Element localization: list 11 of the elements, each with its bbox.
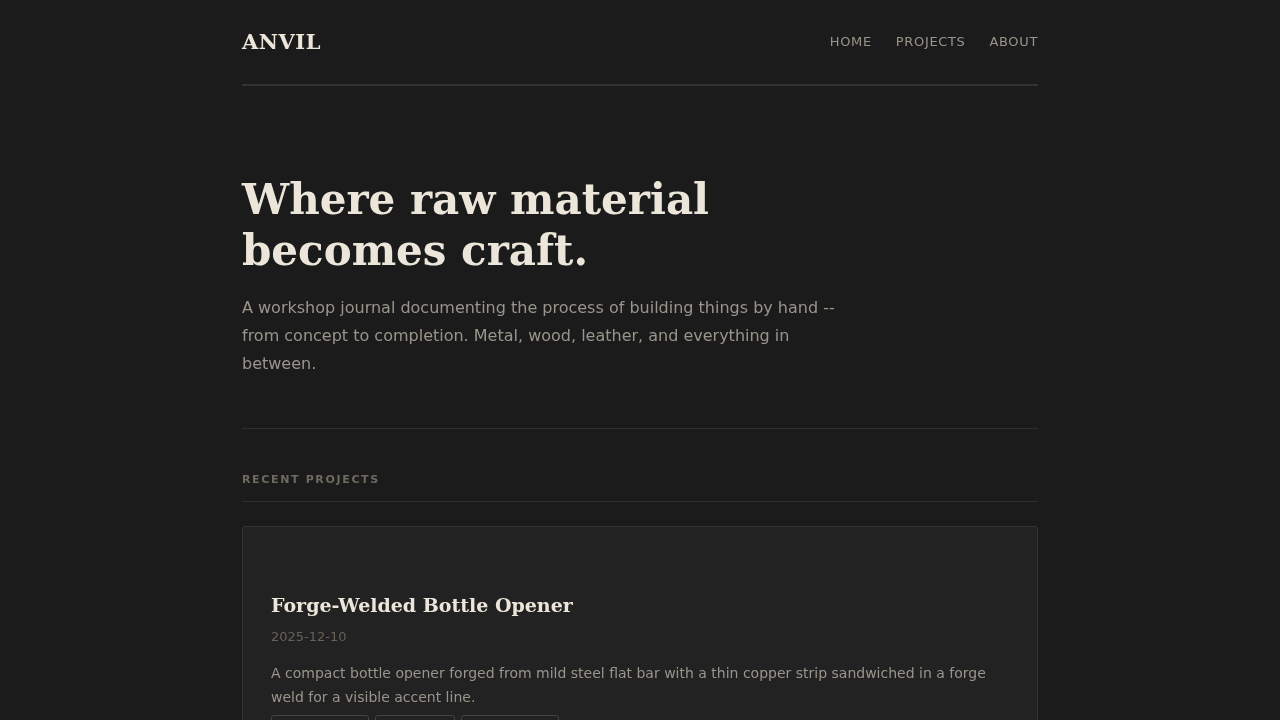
project-title[interactable]: Forge-Welded Bottle Opener: [271, 590, 1009, 619]
hero-intro: A workshop journal documenting the process of building things by hand -- from concept to completion. Metal, wood, leather, and everything in between.: [242, 297, 836, 375]
site-logo[interactable]: ANVIL: [242, 26, 321, 58]
nav-link[interactable]: ABOUT: [989, 32, 1038, 52]
project-date: 2025-12-10: [271, 628, 348, 646]
nav-link[interactable]: PROJECTS: [895, 32, 966, 52]
hero-heading: Where raw material becomes craft.: [242, 174, 711, 276]
project-card[interactable]: Forge-Welded Bottle Opener 2025-12-10 A compact bottle opener forged from mild steel flat bar with a thin copper strip sandwiched in a forge weld for a visible accent line.: [242, 525, 1038, 720]
section-heading: RECENT PROJECTS: [242, 472, 1038, 502]
project-summary: A compact bottle opener forged from mild steel flat bar with a thin copper strip sandwiched in a forge weld for a visible accent line.: [271, 663, 987, 707]
nav-link[interactable]: HOME: [829, 32, 872, 52]
